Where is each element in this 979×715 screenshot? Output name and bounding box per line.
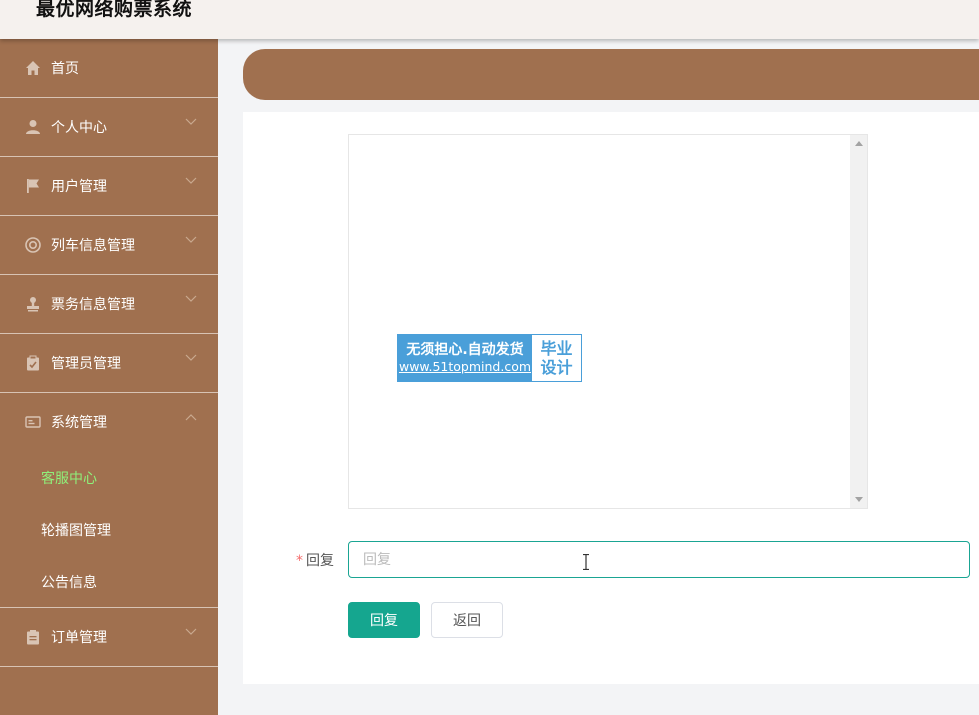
sidebar-item-label: 管理员管理 [51,356,121,372]
sidebar-subitem-label: 公告信息 [41,575,97,591]
sidebar-item-train-info[interactable]: 列车信息管理 [0,216,218,275]
page-banner [243,49,979,100]
clipboard-icon [27,355,39,371]
list-icon [27,630,39,645]
ad-slogan: 无须担心.自动发货 [406,342,524,358]
sidebar-item-label: 票务信息管理 [51,297,135,313]
sidebar-subitem-announcements[interactable]: 公告信息 [0,555,218,607]
sidebar-item-home[interactable]: 首页 [0,39,218,98]
home-icon [26,61,40,75]
text-cursor-icon [583,554,589,570]
sidebar-item-label: 列车信息管理 [51,238,135,254]
sidebar: 首页 个人中心 用户管理 列车信息管理 票务信息管理 管理员管理 系统管理 客服… [0,39,218,715]
chevron-down-icon [185,354,197,361]
sidebar-subitem-carousel[interactable]: 轮播图管理 [0,503,218,555]
ad-url: www.51topmind.com [398,359,532,374]
sidebar-item-orders[interactable]: 订单管理 [0,608,218,667]
chat-scrollbar[interactable] [850,135,867,508]
sidebar-item-ticket-info[interactable]: 票务信息管理 [0,275,218,334]
sidebar-item-users[interactable]: 用户管理 [0,157,218,216]
sidebar-subitem-customer-service[interactable]: 客服中心 [0,451,218,503]
chevron-down-icon [185,295,197,302]
sidebar-item-label: 订单管理 [51,630,107,646]
ad-badge-left: 无须担心.自动发货 www.51topmind.com [398,335,532,381]
app-title: 最优网络购票系统 [36,0,193,20]
sidebar-item-label: 个人中心 [51,120,107,136]
sidebar-subitem-label: 客服中心 [41,471,97,487]
top-header: 最优网络购票系统 [0,0,979,39]
back-button[interactable]: 返回 [431,602,503,638]
scroll-up-arrow-icon[interactable] [855,141,863,146]
sidebar-item-system[interactable]: 系统管理 [0,393,218,451]
id-card-icon [25,416,41,428]
ad-side-line2: 设计 [540,358,573,377]
chevron-down-icon [185,177,197,184]
stamp-icon [27,297,39,312]
sidebar-item-label: 首页 [51,61,79,77]
chevron-down-icon [185,236,197,243]
chevron-down-icon [185,118,197,125]
sidebar-item-profile[interactable]: 个人中心 [0,98,218,157]
sidebar-item-label: 用户管理 [51,179,107,195]
watermark-ad-badge[interactable]: 无须担心.自动发货 www.51topmind.com 毕业 设计 [397,334,582,382]
required-mark: * [296,553,303,569]
user-icon [26,120,40,134]
ad-badge-right: 毕业 设计 [532,335,581,381]
flag-icon [27,179,39,193]
sidebar-item-label: 系统管理 [51,415,107,431]
ad-side-line1: 毕业 [540,339,573,358]
reply-label: * 回复 [296,550,334,570]
chat-history-box[interactable] [348,134,868,509]
sidebar-subitem-label: 轮播图管理 [41,523,111,539]
system-submenu: 客服中心 轮播图管理 公告信息 [0,451,218,608]
chevron-up-icon [185,414,197,421]
reply-label-text: 回复 [306,553,334,569]
sidebar-item-admin[interactable]: 管理员管理 [0,334,218,393]
reply-submit-button[interactable]: 回复 [348,602,420,638]
scroll-down-arrow-icon[interactable] [855,497,863,502]
lifebuoy-icon [25,237,41,253]
reply-input[interactable] [348,541,970,578]
chevron-down-icon [185,628,197,635]
